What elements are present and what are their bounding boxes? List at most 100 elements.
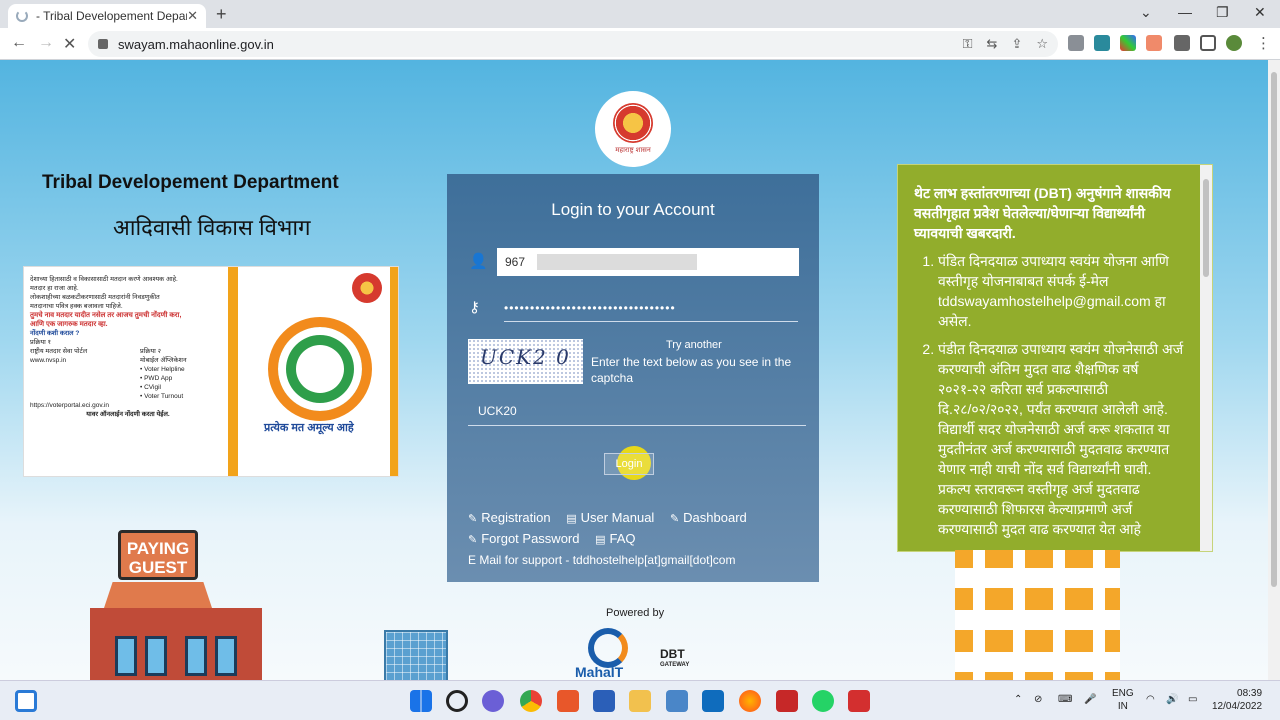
share-icon[interactable]: ⇪: [1011, 36, 1022, 52]
department-title-en: Tribal Developement Department: [42, 172, 339, 193]
maharashtra-logo: महाराष्ट्र शासन: [595, 91, 671, 167]
clock-time: 08:39: [1237, 688, 1263, 699]
new-tab-button[interactable]: +: [216, 4, 227, 25]
extension-icon-4[interactable]: [1146, 35, 1162, 51]
username-input[interactable]: 967: [497, 248, 799, 276]
registration-link[interactable]: ✎ Registration: [468, 510, 551, 525]
recorder-icon[interactable]: [776, 690, 798, 712]
page-content: महाराष्ट्र शासन Tribal Developement Depa…: [0, 60, 1268, 680]
building-window: [145, 636, 167, 676]
clock[interactable]: 08:39 12/04/2022: [1212, 687, 1262, 713]
poster-question: नोंदणी कशी कराल ?: [30, 330, 80, 337]
side-panel-icon[interactable]: [1200, 35, 1216, 51]
login-title: Login to your Account: [551, 200, 715, 219]
url-text: swayam.mahaonline.gov.in: [118, 36, 274, 52]
notice-panel[interactable]: थेट लाभ हस्तांतरणाच्या (DBT) अनुषंगाने श…: [897, 164, 1213, 552]
pdf-icon: ▤: [595, 534, 606, 546]
mahait-logo-icon: [588, 628, 628, 668]
faq-label: FAQ: [609, 531, 636, 546]
dbt-text: DBT: [660, 647, 685, 661]
minimize-button[interactable]: —: [1178, 4, 1192, 20]
login-links: ✎ Registration ▤ User Manual ✎ Dashboard ✎ F…: [468, 508, 808, 550]
network-off-icon[interactable]: ⊘: [1034, 693, 1042, 706]
office-icon[interactable]: [557, 690, 579, 712]
microphone-icon[interactable]: 🎤: [1084, 693, 1096, 706]
file-explorer-icon[interactable]: [629, 690, 651, 712]
poster-step-text: मोबाईल ॲप्लिकेशन: [140, 357, 187, 364]
poster-slogan: प्रत्येक मत अमूल्य आहे: [264, 422, 354, 434]
notepad-icon[interactable]: [666, 690, 688, 712]
word-icon[interactable]: [593, 690, 615, 712]
extension-icon-1[interactable]: [1068, 35, 1084, 51]
puzzle-extensions-icon[interactable]: [1174, 35, 1190, 51]
teams-chat-icon[interactable]: [482, 690, 504, 712]
browser-tab-active[interactable]: - Tribal Developement Departme ✕: [8, 4, 206, 28]
keyboard-icon[interactable]: ⌨: [1058, 693, 1072, 706]
close-window-button[interactable]: ✕: [1254, 4, 1266, 21]
poster-highlight: तुमचे नाव मतदार यादीत नसेल तर आजच तुमची …: [30, 312, 182, 319]
dashboard-link[interactable]: ✎ Dashboard: [670, 510, 747, 525]
tab-close-icon[interactable]: ✕: [187, 8, 198, 24]
loading-spinner-icon: [16, 10, 28, 22]
poster-border: [228, 267, 238, 476]
tray-chevron-icon[interactable]: ⌃: [1014, 693, 1022, 706]
voting-finger-icon: [268, 317, 372, 421]
battery-icon[interactable]: ▭: [1188, 693, 1197, 706]
forward-arrow-icon[interactable]: →: [38, 34, 54, 52]
poster-line: देशाच्या हितासाठी व विकासासाठी मतदान करण…: [30, 276, 178, 283]
volume-icon[interactable]: 🔊: [1166, 693, 1178, 706]
poster-item: Voter Helpline: [144, 366, 185, 373]
acrobat-icon[interactable]: [848, 690, 870, 712]
address-bar[interactable]: swayam.mahaonline.gov.in ⚿ ⇆ ⇪ ☆: [88, 31, 1058, 57]
profile-avatar[interactable]: [1226, 35, 1242, 51]
login-button[interactable]: Login: [604, 453, 654, 475]
try-another-link[interactable]: Try another: [666, 339, 722, 351]
maximize-button[interactable]: ❐: [1216, 4, 1229, 21]
extension-icon-3[interactable]: [1120, 35, 1136, 51]
support-email: E Mail for support - tddhostelhelp[at]gm…: [468, 553, 736, 567]
region-code: IN: [1117, 701, 1128, 712]
edit-icon: ✎: [669, 513, 680, 525]
poster-line: मतदार हा राजा आहे.: [30, 285, 79, 292]
faq-link[interactable]: ▤ FAQ: [595, 531, 635, 546]
extension-icon-2[interactable]: [1094, 35, 1110, 51]
key-icon[interactable]: ⚿: [963, 36, 973, 52]
chrome-icon[interactable]: [520, 690, 542, 712]
forgot-password-link[interactable]: ✎ Forgot Password: [468, 531, 579, 546]
login-panel: Login to your Account 👤 967 ⚷ ••••••••••…: [447, 174, 819, 582]
poster-text: देशाच्या हितासाठी व विकासासाठी मतदान करण…: [30, 275, 226, 419]
poster-item: CVigil: [144, 384, 161, 391]
user-manual-link[interactable]: ▤ User Manual: [566, 510, 654, 525]
notice-item: पंडित दिनदयाळ उपाध्याय स्वयंम योजना आणि …: [938, 251, 1184, 331]
search-icon[interactable]: [446, 690, 468, 712]
logo-caption: महाराष्ट्र शासन: [615, 147, 651, 154]
poster-highlight: आणि एक जागरुक मतदार व्हा.: [30, 321, 108, 328]
emblem-icon: [613, 103, 653, 143]
notice-scrollbar[interactable]: [1200, 165, 1212, 551]
page-scroll-thumb[interactable]: [1271, 72, 1277, 587]
redacted-overlay: [537, 254, 697, 270]
widgets-icon[interactable]: [15, 690, 37, 712]
password-input[interactable]: •••••••••••••••••••••••••••••••••: [504, 301, 798, 322]
lock-icon: [98, 39, 108, 49]
back-arrow-icon[interactable]: ←: [11, 34, 27, 52]
key-icon: ⚷: [469, 299, 480, 316]
firefox-icon[interactable]: [739, 690, 761, 712]
menu-dots-icon[interactable]: ⋮: [1256, 34, 1271, 52]
translate-icon[interactable]: ⇆: [987, 36, 998, 52]
start-windows-icon[interactable]: [410, 690, 432, 712]
notice-scroll-thumb[interactable]: [1203, 179, 1209, 277]
stop-loading-icon[interactable]: ✕: [63, 34, 76, 54]
poster-footer: यावर ऑनलाईन नोंदणी करता येईल.: [86, 411, 170, 418]
poster-border: [390, 267, 398, 476]
bookmark-star-icon[interactable]: ☆: [1036, 36, 1048, 52]
wifi-icon[interactable]: ◠: [1146, 693, 1155, 706]
store-icon[interactable]: [702, 690, 724, 712]
page-scrollbar[interactable]: [1268, 60, 1280, 680]
captcha-input[interactable]: UCK20: [468, 404, 806, 426]
whatsapp-icon[interactable]: [812, 690, 834, 712]
language-indicator[interactable]: ENG IN: [1112, 687, 1134, 713]
tab-search-chevron-icon[interactable]: ⌄: [1140, 4, 1152, 21]
username-value: 967: [505, 255, 526, 269]
mahait-logo: MahaIT: [575, 628, 643, 680]
